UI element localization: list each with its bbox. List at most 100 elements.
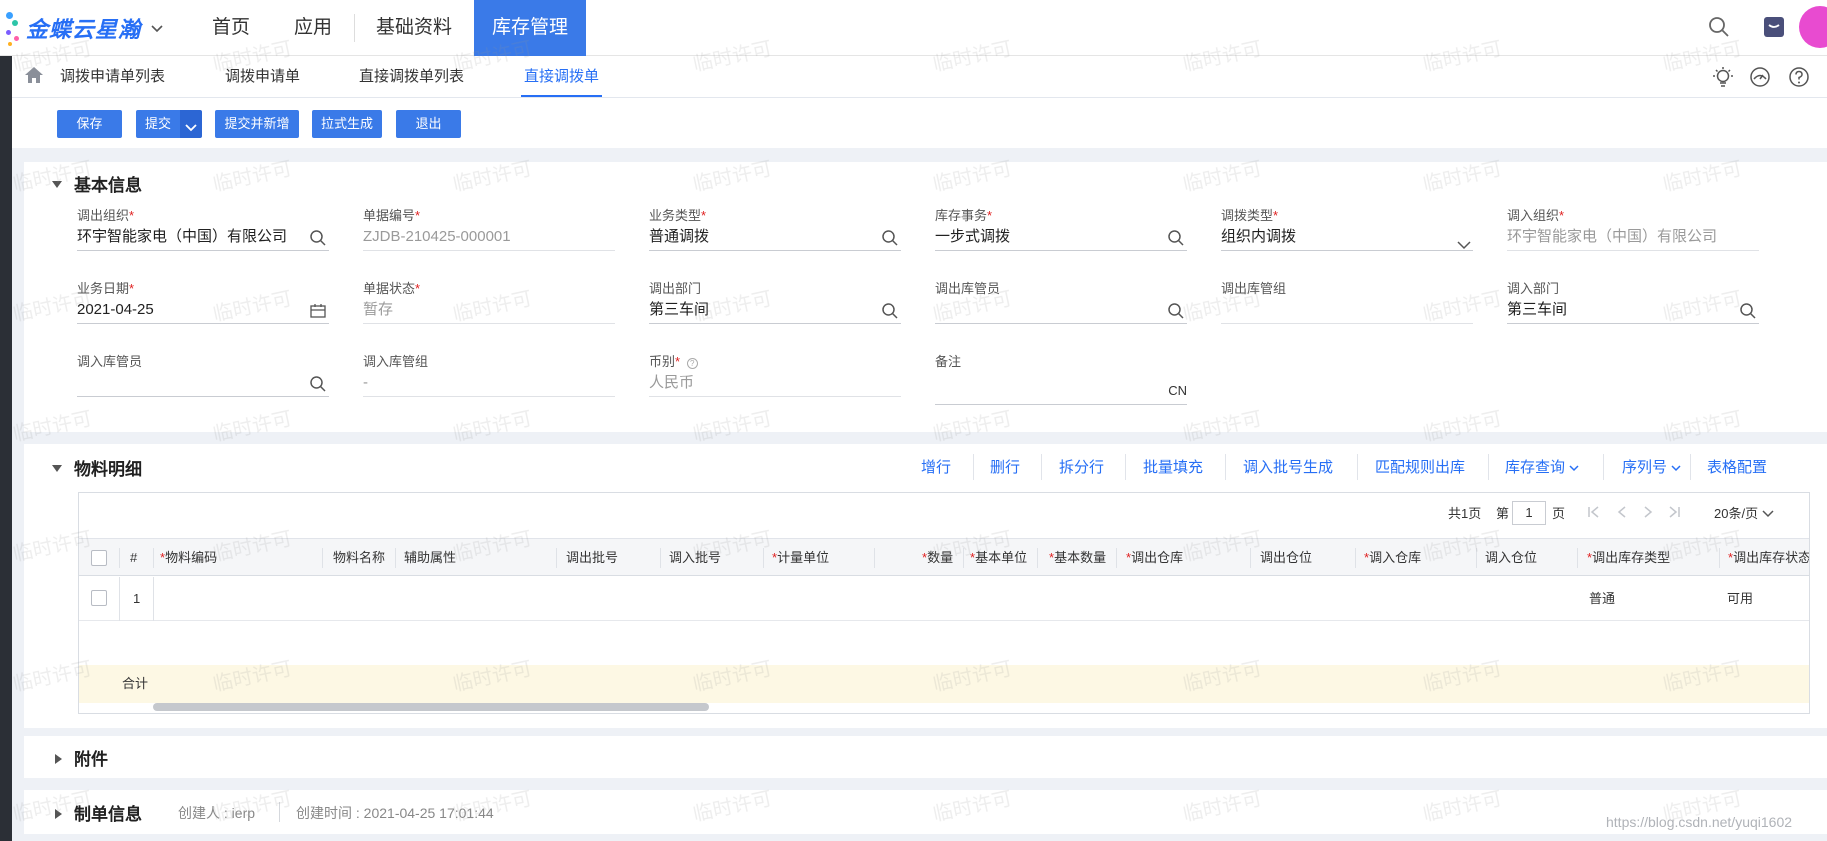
search-icon[interactable] (309, 375, 327, 396)
search-icon[interactable] (1707, 15, 1731, 42)
divider (1125, 454, 1126, 480)
chevron-down-icon[interactable] (151, 20, 163, 36)
table-config-button[interactable]: 表格配置 (1707, 456, 1767, 477)
field-out-org[interactable]: 调出组织* 环宇智能家电（中国）有限公司 (77, 205, 329, 251)
creator-text: 创建人 : ierp (178, 805, 256, 821)
col-in-location[interactable]: 调入仓位 (1485, 539, 1537, 577)
cell-out-stock-status[interactable]: 可用 (1727, 577, 1753, 621)
submit-button[interactable]: 提交 (136, 110, 180, 138)
search-icon[interactable] (309, 229, 327, 250)
col-label: 调出库存状态 (1733, 550, 1810, 565)
avatar[interactable] (1799, 6, 1827, 48)
page-number-input[interactable]: 1 (1512, 501, 1546, 525)
message-icon[interactable] (1761, 14, 1787, 43)
col-quantity[interactable]: *数量 (922, 539, 953, 577)
material-header[interactable]: 物料明细 (52, 455, 142, 480)
add-row-button[interactable]: 增行 (921, 456, 951, 477)
material-grid: 共1页 第 1 页 20条/页 # *物料编码 物料名称 辅助属性 调出批号 调… (78, 492, 1810, 714)
language-indicator[interactable]: CN (1168, 377, 1187, 404)
last-page-icon[interactable] (1667, 505, 1681, 522)
submit-dropdown-button[interactable] (180, 110, 202, 138)
field-label: 业务日期 (77, 281, 130, 296)
divider (153, 548, 154, 568)
table-row[interactable]: 1 普通 可用 (79, 577, 1809, 621)
field-label: 单据状态 (363, 281, 416, 296)
col-material-name[interactable]: 物料名称 (333, 539, 385, 577)
field-in-keeper[interactable]: 调入库管员 (77, 351, 329, 397)
save-button[interactable]: 保存 (57, 110, 122, 138)
batch-fill-button[interactable]: 批量填充 (1143, 456, 1203, 477)
tab-direct-transfer-list[interactable]: 直接调拨单列表 (359, 56, 464, 98)
col-base-unit[interactable]: *基本单位 (970, 539, 1027, 577)
doc-info-header[interactable]: 制单信息 (55, 800, 142, 825)
search-icon[interactable] (1167, 302, 1185, 323)
prev-page-icon[interactable] (1615, 505, 1629, 522)
col-in-warehouse[interactable]: *调入仓库 (1364, 539, 1421, 577)
col-out-lot[interactable]: 调出批号 (566, 539, 618, 577)
app-logo[interactable]: 金蝶云星瀚 (0, 6, 190, 50)
field-out-keeper[interactable]: 调出库管员 (935, 278, 1187, 324)
exit-button[interactable]: 退出 (396, 110, 461, 138)
attachments-header[interactable]: 附件 (55, 745, 108, 770)
field-remark[interactable]: 备注 CN (935, 351, 1187, 405)
delete-row-button[interactable]: 删行 (990, 456, 1020, 477)
col-material-code[interactable]: *物料编码 (160, 539, 217, 577)
in-lot-generate-button[interactable]: 调入批号生成 (1243, 456, 1333, 477)
search-icon[interactable] (881, 302, 899, 323)
dashboard-icon[interactable] (1749, 66, 1771, 91)
top-menu-home[interactable]: 首页 (190, 0, 272, 56)
field-transfer-type[interactable]: 调拨类型* 组织内调拨 (1221, 205, 1473, 251)
field-business-date[interactable]: 业务日期* 2021-04-25 (77, 278, 329, 324)
split-row-button[interactable]: 拆分行 (1059, 456, 1104, 477)
pull-generate-button[interactable]: 拉式生成 (312, 110, 382, 138)
col-out-warehouse[interactable]: *调出仓库 (1126, 539, 1183, 577)
search-icon[interactable] (881, 229, 899, 250)
serial-number-button[interactable]: 序列号 (1622, 456, 1681, 477)
chevron-down-icon[interactable] (1457, 232, 1471, 250)
submit-and-new-button[interactable]: 提交并新增 (215, 110, 299, 138)
first-page-icon[interactable] (1587, 505, 1601, 522)
select-all-checkbox[interactable] (91, 550, 107, 566)
stock-query-button[interactable]: 库存查询 (1505, 456, 1579, 477)
col-out-stock-type[interactable]: *调出库存类型 (1587, 539, 1670, 577)
col-base-qty[interactable]: *基本数量 (1049, 539, 1106, 577)
col-out-location[interactable]: 调出仓位 (1260, 539, 1312, 577)
lightbulb-icon[interactable] (1712, 66, 1734, 91)
field-in-department[interactable]: 调入部门 第三车间 (1507, 278, 1759, 324)
field-inventory-transaction[interactable]: 库存事务* 一步式调拨 (935, 205, 1187, 251)
page-size-select[interactable]: 20条/页 (1714, 503, 1774, 522)
help-icon[interactable]: ? (686, 358, 698, 369)
top-menu-basic-data[interactable]: 基础资料 (354, 0, 474, 56)
top-menu-apps[interactable]: 应用 (272, 0, 354, 56)
field-out-department[interactable]: 调出部门 第三车间 (649, 278, 901, 324)
top-navigation: 金蝶云星瀚 首页 应用 基础资料 库存管理 (0, 0, 1827, 56)
field-label: 调出库管组 (1221, 281, 1287, 296)
cell-out-stock-type[interactable]: 普通 (1589, 577, 1615, 621)
chevron-down-icon (185, 120, 197, 135)
action-toolbar: 保存 提交 提交并新增 拉式生成 退出 (12, 98, 1827, 148)
search-icon[interactable] (1167, 229, 1185, 250)
divider (1603, 454, 1604, 480)
top-menu-inventory[interactable]: 库存管理 (474, 0, 587, 56)
next-page-icon[interactable] (1641, 505, 1655, 522)
attachments-panel (24, 736, 1827, 778)
basic-info-header[interactable]: 基本信息 (52, 171, 142, 196)
field-value: 暂存 (363, 301, 394, 318)
col-unit[interactable]: *计量单位 (772, 539, 829, 577)
home-icon[interactable] (24, 66, 44, 87)
pager-suffix: 页 (1552, 506, 1566, 521)
col-out-stock-status[interactable]: *调出库存状态 (1728, 539, 1810, 577)
field-business-type[interactable]: 业务类型* 普通调拨 (649, 205, 901, 251)
search-icon[interactable] (1739, 302, 1757, 323)
tab-direct-transfer[interactable]: 直接调拨单 (521, 56, 603, 97)
horizontal-scrollbar[interactable] (153, 703, 709, 711)
col-in-lot[interactable]: 调入批号 (669, 539, 721, 577)
tab-transfer-request-list[interactable]: 调拨申请单列表 (60, 56, 165, 98)
row-checkbox[interactable] (91, 590, 107, 606)
field-out-keeper-group: 调出库管组 (1221, 278, 1473, 324)
tab-transfer-request[interactable]: 调拨申请单 (225, 56, 300, 98)
match-rule-outbound-button[interactable]: 匹配规则出库 (1375, 456, 1465, 477)
calendar-icon[interactable] (309, 302, 327, 323)
help-icon[interactable] (1788, 66, 1810, 91)
col-aux-attr[interactable]: 辅助属性 (404, 539, 456, 577)
